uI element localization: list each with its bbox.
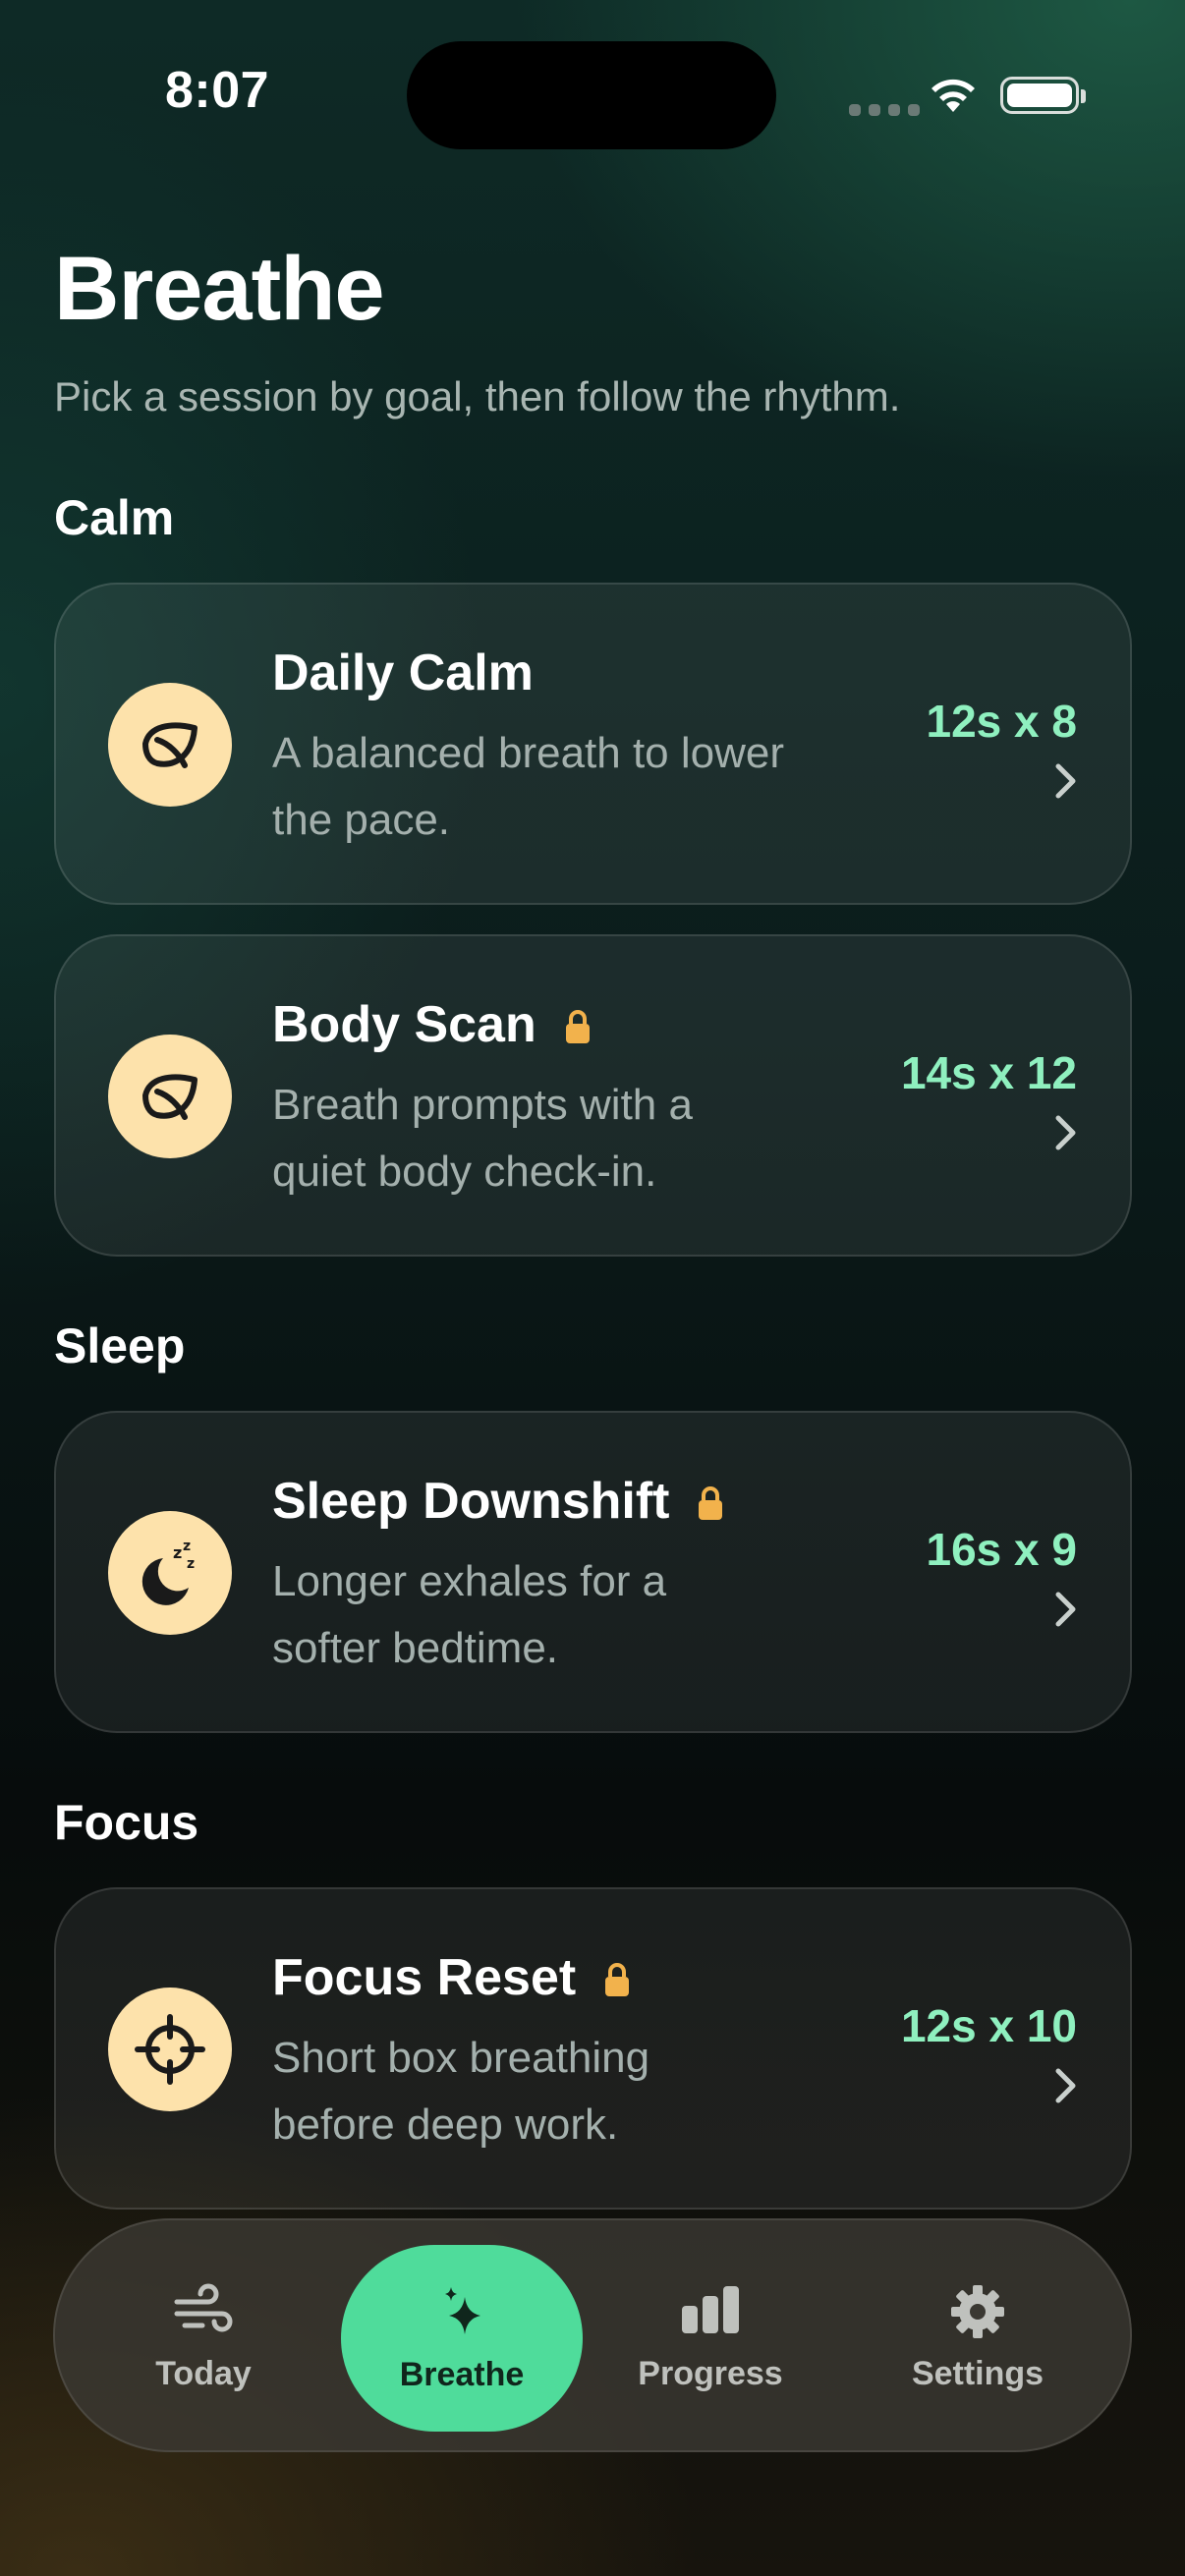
wind-icon (174, 2283, 233, 2331)
session-title: Daily Calm (272, 644, 534, 701)
page-subtitle: Pick a session by goal, then follow the … (54, 373, 901, 420)
tab-label: Progress (638, 2354, 783, 2392)
session-icon-circle (108, 1035, 232, 1158)
description-line: quiet body check-in. (272, 1148, 657, 1196)
tab-breathe[interactable]: Breathe (341, 2245, 583, 2432)
description-line: A balanced breath to lower (272, 729, 785, 777)
chevron-right-icon (1055, 1115, 1076, 1150)
leaf-icon (142, 1074, 198, 1120)
description-line: softer bedtime. (272, 1624, 559, 1672)
tab-today[interactable]: Today (94, 2220, 312, 2454)
moon-sleep-icon: z z z (141, 1539, 195, 1605)
chevron-right-icon (1055, 2068, 1076, 2103)
tab-label: Settings (911, 2354, 1044, 2392)
section-label-focus: Focus (54, 1795, 199, 1850)
tab-settings[interactable]: Settings (869, 2220, 1087, 2454)
cellular-signal-icon (849, 104, 920, 116)
session-description: Longer exhales for a softer bedtime. (272, 1548, 862, 1682)
bar-chart-icon (682, 2285, 739, 2333)
session-icon-circle (108, 683, 232, 807)
lock-icon (565, 1010, 590, 1043)
session-card-body-scan[interactable]: Body Scan Breath prompts with a quiet bo… (54, 934, 1132, 1257)
dynamic-island (407, 41, 776, 149)
crosshair-icon (135, 2014, 205, 2085)
leaf-icon (142, 722, 198, 768)
description-line: Breath prompts with a (272, 1081, 693, 1129)
status-time: 8:07 (165, 62, 270, 119)
session-description: Short box breathing before deep work. (272, 2025, 862, 2158)
description-line: Short box breathing (272, 2034, 650, 2082)
description-line: Longer exhales for a (272, 1557, 667, 1605)
session-duration: 14s x 12 (900, 1047, 1077, 1098)
page-title: Breathe (54, 239, 385, 339)
sparkle-icon (445, 2286, 480, 2334)
chevron-right-icon (1055, 763, 1076, 799)
tab-bar: Today Breathe Progress Settings (53, 2218, 1132, 2452)
session-card-sleep-downshift[interactable]: z z z Sleep Downshift Longer exhales for… (54, 1411, 1132, 1733)
section-label-calm: Calm (54, 490, 175, 545)
session-card-focus-reset[interactable]: Focus Reset Short box breathing before d… (54, 1887, 1132, 2210)
session-duration: 12s x 8 (926, 696, 1077, 747)
session-description: Breath prompts with a quiet body check-i… (272, 1072, 862, 1205)
section-label-sleep: Sleep (54, 1318, 186, 1373)
description-line: the pace. (272, 796, 451, 844)
session-icon-circle (108, 1988, 232, 2111)
tab-progress[interactable]: Progress (601, 2220, 819, 2454)
chevron-right-icon (1055, 1592, 1076, 1627)
wifi-icon (931, 79, 975, 112)
session-duration: 16s x 9 (926, 1524, 1077, 1575)
svg-text:z: z (187, 1556, 195, 1572)
description-line: before deep work. (272, 2100, 619, 2149)
session-title: Focus Reset (272, 1949, 577, 2006)
session-title: Body Scan (272, 996, 536, 1053)
session-card-daily-calm[interactable]: Daily Calm A balanced breath to lower th… (54, 583, 1132, 905)
svg-text:z: z (173, 1543, 182, 1562)
battery-icon (1000, 77, 1086, 114)
session-title: Sleep Downshift (272, 1473, 670, 1530)
session-duration: 12s x 10 (900, 2000, 1077, 2051)
gear-icon (951, 2284, 1004, 2338)
lock-icon (699, 1486, 723, 1520)
session-description: A balanced breath to lower the pace. (272, 720, 862, 854)
svg-text:z: z (183, 1539, 191, 1554)
tab-label: Today (155, 2354, 252, 2392)
session-icon-circle: z z z (108, 1511, 232, 1635)
tab-label: Breathe (399, 2355, 525, 2393)
lock-icon (605, 1963, 630, 1996)
